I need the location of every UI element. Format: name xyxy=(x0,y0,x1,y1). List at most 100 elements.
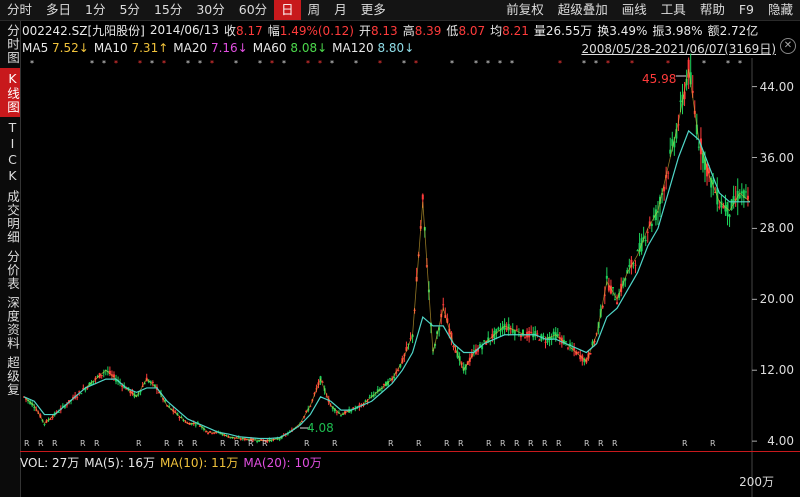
event-marker[interactable]: * xyxy=(198,59,202,68)
candle-body xyxy=(744,191,747,193)
low-label: 4.08 xyxy=(307,421,334,435)
dividend-marker[interactable]: R xyxy=(682,439,688,448)
dividend-marker[interactable]: R xyxy=(710,439,716,448)
event-marker[interactable]: * xyxy=(738,59,742,68)
dividend-marker[interactable]: R xyxy=(514,439,520,448)
y-tick-label: 44.00 xyxy=(759,79,794,94)
event-marker[interactable]: * xyxy=(138,59,142,68)
candle-body xyxy=(538,339,541,341)
event-marker[interactable]: * xyxy=(582,59,586,68)
kline-chart[interactable]: * * * * * * * * * * * * * * * * * * * * * * * * * * * * * * * * * * *R R R R R… xyxy=(0,0,800,497)
dividend-marker[interactable]: R xyxy=(178,439,184,448)
dividend-marker[interactable]: R xyxy=(598,439,604,448)
event-marker[interactable]: * xyxy=(666,59,670,68)
event-marker[interactable]: * xyxy=(30,59,34,68)
event-marker[interactable]: * xyxy=(378,59,382,68)
event-marker[interactable]: * xyxy=(210,59,214,68)
event-marker[interactable]: * xyxy=(150,59,154,68)
event-marker[interactable]: * xyxy=(270,59,274,68)
dividend-marker[interactable]: R xyxy=(262,439,268,448)
candle-body xyxy=(634,264,637,266)
candle-body xyxy=(646,231,649,233)
event-marker[interactable]: * xyxy=(510,59,514,68)
candle-body xyxy=(524,337,527,339)
dividend-marker[interactable]: R xyxy=(584,439,590,448)
event-marker[interactable]: * xyxy=(474,59,478,68)
event-marker[interactable]: * xyxy=(258,59,262,68)
event-marker[interactable]: * xyxy=(318,59,322,68)
dividend-marker[interactable]: R xyxy=(388,439,394,448)
event-marker[interactable]: * xyxy=(354,59,358,68)
event-marker[interactable]: * xyxy=(306,59,310,68)
candle-body xyxy=(339,415,342,417)
dividend-marker[interactable]: R xyxy=(332,439,338,448)
dividend-marker[interactable]: R xyxy=(304,439,310,448)
dividend-marker[interactable]: R xyxy=(220,439,226,448)
candle-body xyxy=(497,327,500,330)
dividend-marker[interactable]: R xyxy=(52,439,58,448)
dividend-marker[interactable]: R xyxy=(500,439,506,448)
dividend-marker[interactable]: R xyxy=(444,439,450,448)
candle-body xyxy=(80,393,83,395)
candle-body xyxy=(628,265,631,267)
volume-item: MA(5): 16万 xyxy=(84,455,155,470)
event-marker[interactable]: * xyxy=(414,59,418,68)
event-marker[interactable]: * xyxy=(630,59,634,68)
candle-body xyxy=(442,304,445,306)
event-marker[interactable]: * xyxy=(450,59,454,68)
dividend-marker[interactable]: R xyxy=(458,439,464,448)
event-marker[interactable]: * xyxy=(606,59,610,68)
candle-body xyxy=(611,287,614,289)
event-marker[interactable]: * xyxy=(186,59,190,68)
dividend-marker[interactable]: R xyxy=(80,439,86,448)
y-tick-label: 12.00 xyxy=(759,363,794,378)
event-marker[interactable]: * xyxy=(726,59,730,68)
event-marker[interactable]: * xyxy=(330,59,334,68)
dividend-marker[interactable]: R xyxy=(612,439,618,448)
dividend-marker[interactable]: R xyxy=(192,439,198,448)
event-marker[interactable]: * xyxy=(162,59,166,68)
event-marker[interactable]: * xyxy=(102,59,106,68)
event-marker[interactable]: * xyxy=(402,59,406,68)
dividend-marker[interactable]: R xyxy=(136,439,142,448)
candle-body xyxy=(421,194,424,200)
dividend-marker[interactable]: R xyxy=(528,439,534,448)
candle-body xyxy=(616,302,619,305)
y-tick-label: 36.00 xyxy=(759,150,794,165)
dividend-marker[interactable]: R xyxy=(556,439,562,448)
event-marker[interactable]: * xyxy=(558,59,562,68)
event-marker[interactable]: * xyxy=(594,59,598,68)
candle-body xyxy=(207,432,210,434)
candle-body xyxy=(542,336,545,338)
event-marker[interactable]: * xyxy=(702,59,706,68)
dividend-marker[interactable]: R xyxy=(24,439,30,448)
candle-body xyxy=(513,330,516,335)
volume-item: MA(10): 11万 xyxy=(160,455,239,470)
volume-item: VOL: 27万 xyxy=(20,455,80,470)
event-marker[interactable]: * xyxy=(234,59,238,68)
event-marker[interactable]: * xyxy=(486,59,490,68)
series-line xyxy=(23,68,751,441)
candle-body xyxy=(667,172,670,174)
candle-body xyxy=(544,341,547,343)
candle-body xyxy=(552,331,555,335)
event-marker[interactable]: * xyxy=(282,59,286,68)
candle-body xyxy=(151,381,154,383)
candle-body xyxy=(566,347,569,349)
dividend-marker[interactable]: R xyxy=(486,439,492,448)
dividend-marker[interactable]: R xyxy=(164,439,170,448)
dividend-marker[interactable]: R xyxy=(94,439,100,448)
dividend-marker[interactable]: R xyxy=(234,439,240,448)
candle-body xyxy=(472,350,475,352)
y-tick-label: 4.00 xyxy=(767,434,794,449)
candle-body xyxy=(256,441,259,443)
dividend-marker[interactable]: R xyxy=(542,439,548,448)
dividend-marker[interactable]: R xyxy=(416,439,422,448)
event-marker[interactable]: * xyxy=(114,59,118,68)
dividend-marker[interactable]: R xyxy=(248,439,254,448)
event-marker[interactable]: * xyxy=(498,59,502,68)
event-marker[interactable]: * xyxy=(90,59,94,68)
candle-body xyxy=(211,433,214,435)
candle-body xyxy=(614,299,617,301)
dividend-marker[interactable]: R xyxy=(38,439,44,448)
